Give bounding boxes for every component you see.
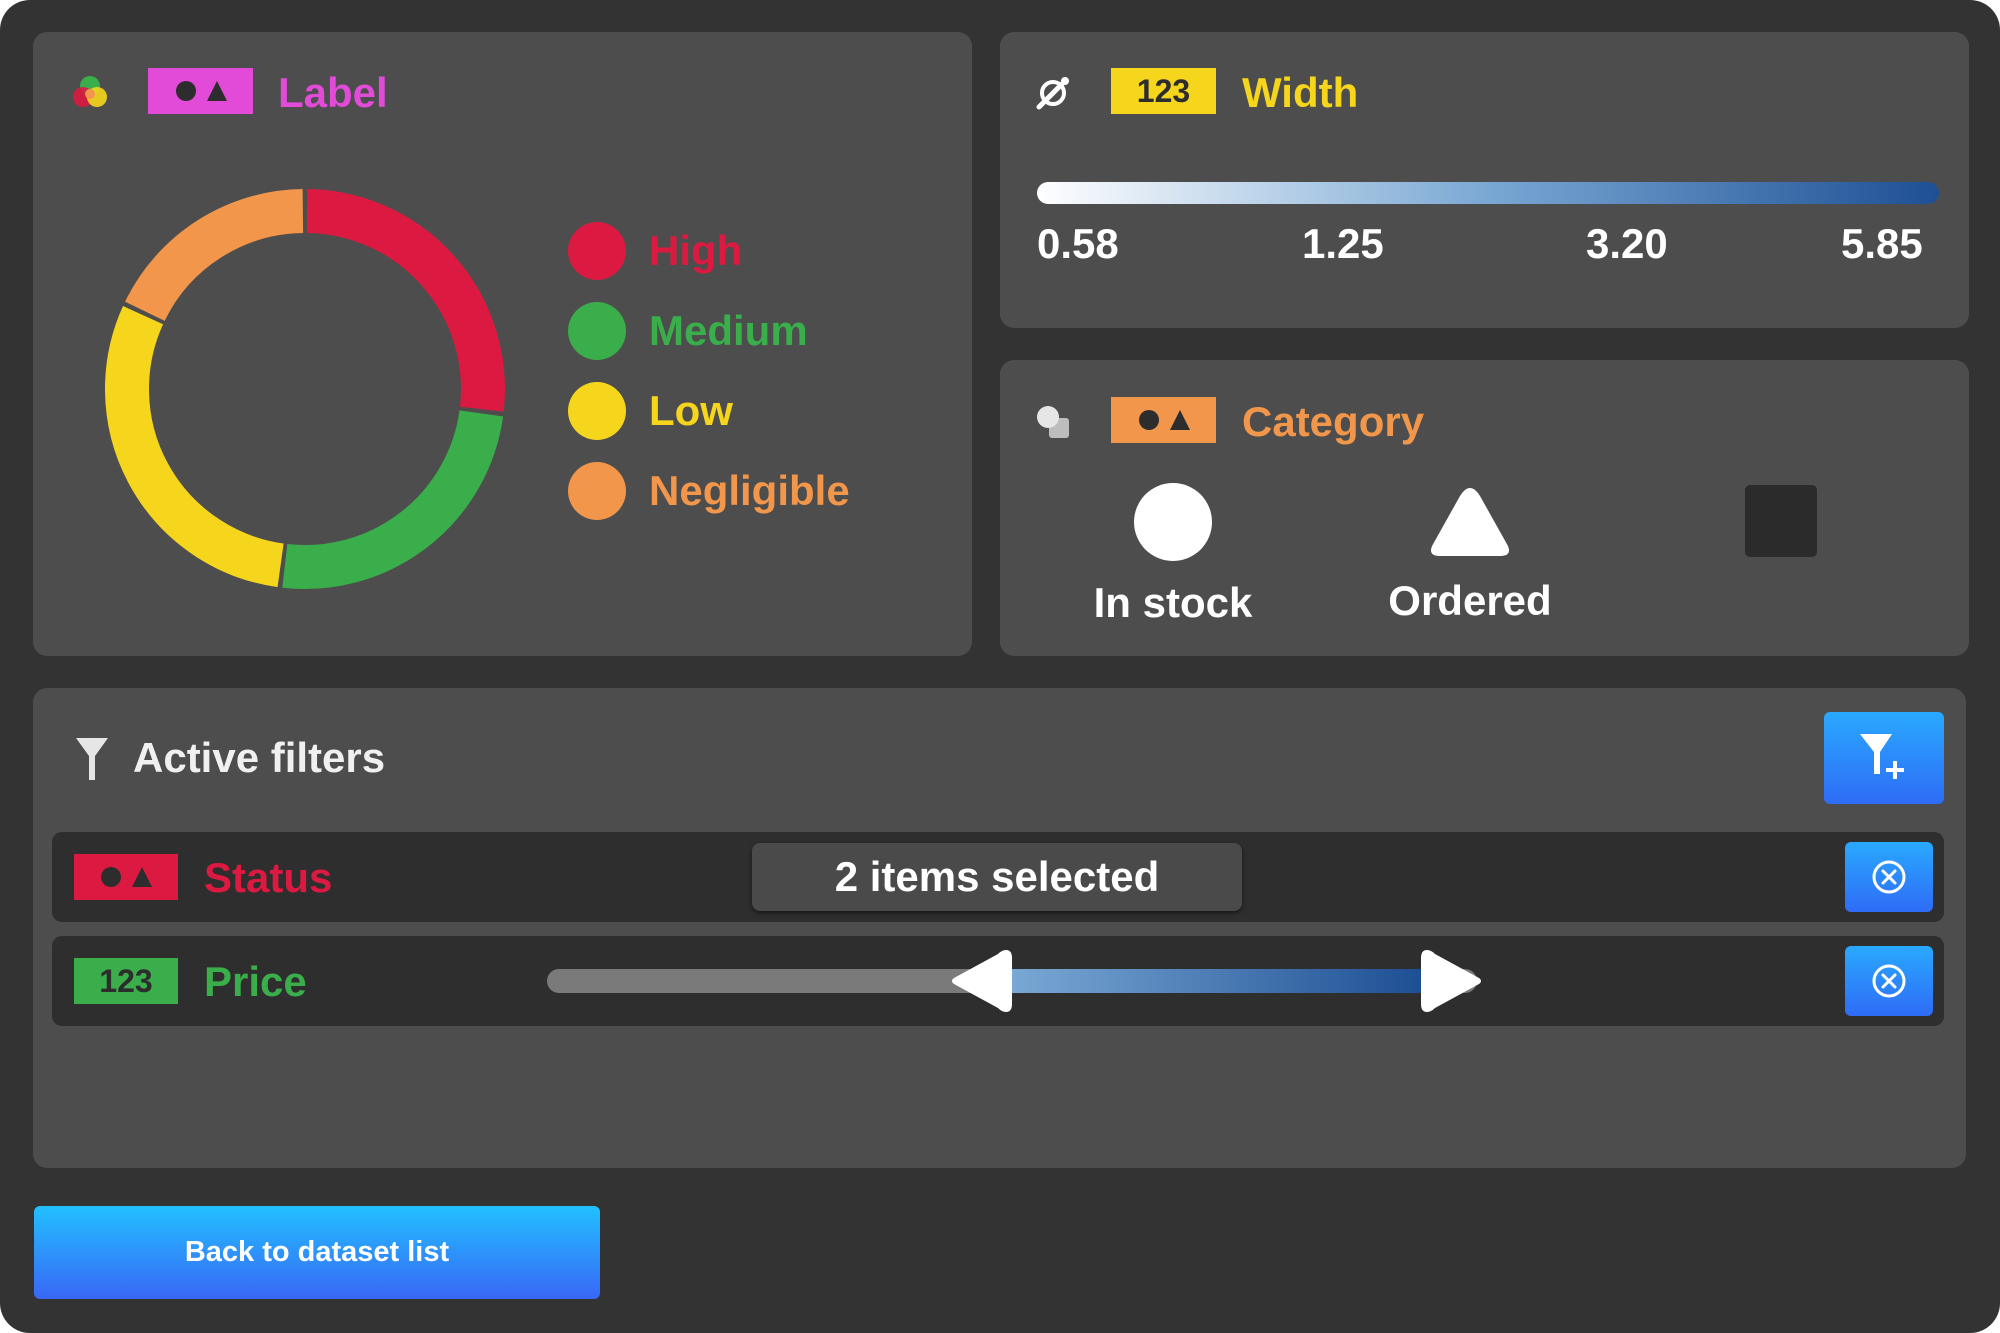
donut-segment-high — [306, 189, 505, 412]
width-tick: 5.85 — [1841, 220, 1923, 267]
label-type-tag — [148, 68, 253, 114]
slider-range-fill — [1012, 969, 1422, 993]
status-filter-row: Status 2 items selected — [52, 832, 1944, 922]
close-circle-icon — [1872, 964, 1906, 998]
shapes-icon — [101, 867, 152, 887]
width-tick: 0.58 — [1037, 220, 1119, 267]
donut-segment-low — [105, 306, 284, 588]
legend-dot-low — [568, 382, 626, 440]
shapes-stack-icon — [1037, 406, 1069, 438]
label-donut-chart — [105, 189, 505, 589]
width-type-tag: 123 — [1111, 68, 1216, 114]
legend-dot-high — [568, 222, 626, 280]
remove-price-filter-button[interactable] — [1845, 946, 1933, 1016]
legend-dot-negligible — [568, 462, 626, 520]
pipette-icon — [1036, 77, 1069, 110]
status-filter-name: Status — [204, 854, 333, 901]
legend-label-high: High — [649, 227, 743, 274]
add-filter-button[interactable] — [1824, 712, 1944, 804]
range-handle-max[interactable] — [1419, 946, 1483, 1016]
triangle-icon — [1431, 488, 1509, 556]
circle-icon — [1134, 483, 1212, 561]
shapes-icon — [1138, 410, 1190, 430]
status-selection-dropdown[interactable]: 2 items selected — [752, 843, 1242, 911]
active-filters-panel: Active filters Status 2 items selected 1… — [33, 688, 1966, 1168]
category-panel: Category In stock Ordered — [1000, 360, 1969, 656]
donut-segment-negligible — [125, 189, 304, 322]
legend-label-medium: Medium — [649, 307, 808, 354]
category-title: Category — [1242, 398, 1425, 445]
label-panel: Label High Medium Low Negligible — [33, 32, 972, 656]
square-icon — [1745, 485, 1817, 557]
back-button-label: Back to dataset list — [184, 1236, 450, 1268]
price-filter-name: Price — [204, 958, 307, 1005]
add-filter-icon — [1860, 734, 1904, 779]
selection-summary: 2 items selected — [834, 853, 1160, 900]
category-item-label: In stock — [1093, 579, 1253, 626]
legend-dot-medium — [568, 302, 626, 360]
status-type-tag — [74, 854, 178, 900]
legend-label-low: Low — [649, 387, 733, 434]
width-gradient-bar — [1037, 182, 1939, 204]
back-to-dataset-list-button[interactable]: Back to dataset list — [34, 1206, 600, 1299]
price-type-tag: 123 — [74, 958, 178, 1004]
category-item-label: Ordered — [1388, 577, 1552, 624]
active-filters-title: Active filters — [133, 734, 386, 781]
width-tick: 1.25 — [1302, 220, 1384, 267]
remove-status-filter-button[interactable] — [1845, 842, 1933, 912]
width-title: Width — [1242, 69, 1359, 116]
legend-label-negligible: Negligible — [649, 467, 850, 514]
donut-segment-medium — [282, 409, 504, 589]
shapes-icon — [175, 81, 227, 101]
price-range-slider[interactable] — [547, 936, 1482, 1026]
width-tick: 3.20 — [1586, 220, 1668, 267]
label-title: Label — [278, 69, 388, 116]
range-handle-min[interactable] — [950, 946, 1014, 1016]
color-circles-icon — [73, 76, 107, 107]
price-filter-row: 123 Price — [52, 936, 1944, 1026]
app-frame: Label High Medium Low Negligible 123 Width … — [0, 0, 2000, 1333]
category-type-tag — [1111, 397, 1216, 443]
funnel-icon — [76, 738, 108, 780]
close-circle-icon — [1872, 860, 1906, 894]
width-panel: 123 Width 0.58 1.25 3.20 5.85 — [1000, 32, 1969, 328]
